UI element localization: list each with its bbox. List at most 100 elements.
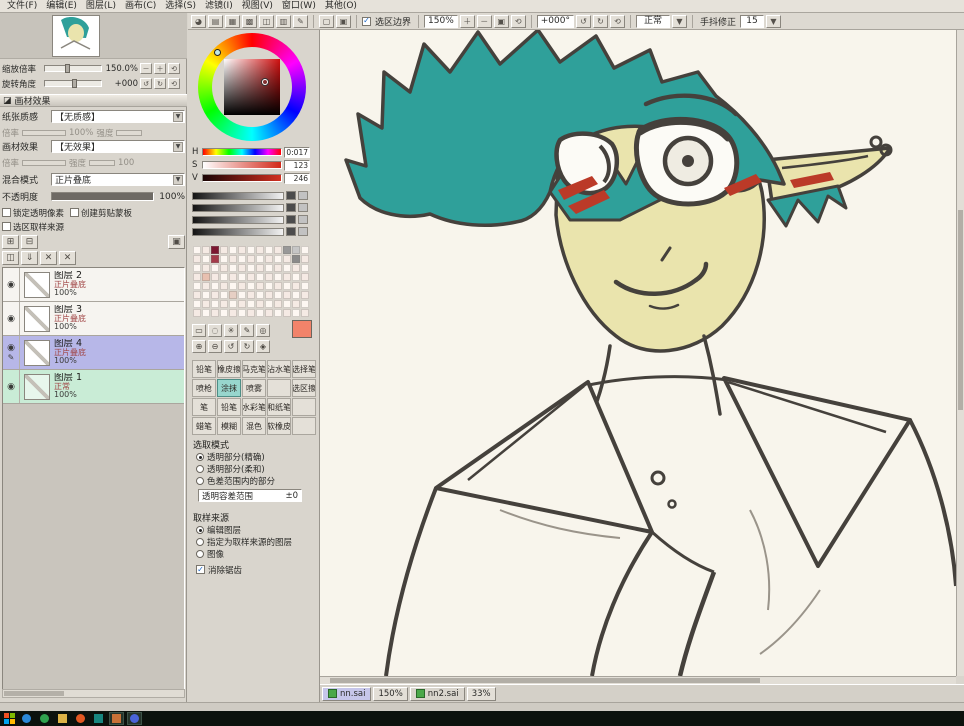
slider-panel-toggle[interactable]: ▤ <box>208 14 223 28</box>
swatch[interactable] <box>301 309 309 317</box>
taskbar-app-icon[interactable] <box>91 712 106 725</box>
swatch[interactable] <box>229 309 237 317</box>
taskbar-app-icon[interactable] <box>73 712 88 725</box>
radio-off[interactable] <box>196 537 204 546</box>
swatch[interactable] <box>283 309 291 317</box>
menu-item[interactable]: 视图(V) <box>238 0 277 12</box>
rect-select-tool[interactable]: ▭ <box>192 324 206 337</box>
menu-item[interactable]: 编辑(E) <box>42 0 81 12</box>
visibility-toggle[interactable]: ◉ ✎ <box>3 336 20 369</box>
swatch[interactable] <box>283 264 291 272</box>
swatch[interactable] <box>292 264 300 272</box>
swatch[interactable] <box>220 309 228 317</box>
brush-button[interactable] <box>292 398 316 416</box>
pen-tool[interactable]: ✎ <box>240 324 254 337</box>
taskbar-app-icon[interactable] <box>19 712 34 725</box>
taskbar-app-icon[interactable] <box>127 712 142 725</box>
zoom-fit-button[interactable]: ▣ <box>493 14 509 28</box>
visibility-toggle[interactable]: ◉ <box>3 302 20 335</box>
swatch[interactable] <box>247 282 255 290</box>
swatch[interactable] <box>220 246 228 254</box>
swatch[interactable] <box>220 264 228 272</box>
swatch[interactable] <box>193 291 201 299</box>
swatch[interactable] <box>265 309 273 317</box>
rotate-ccw-tool[interactable]: ↺ <box>224 340 238 353</box>
swatch[interactable] <box>283 291 291 299</box>
file-tab-active[interactable]: nn.sai <box>322 686 372 701</box>
mixer-panel-toggle[interactable]: ◫ <box>259 14 274 28</box>
layer-row[interactable]: ◉ 图层 1 正常 100% <box>3 370 184 404</box>
lasso-tool[interactable]: ◌ <box>208 324 222 337</box>
swatch[interactable] <box>238 264 246 272</box>
gray-swatch-dark[interactable] <box>286 227 296 236</box>
hue-value[interactable]: 0:017 <box>284 146 310 158</box>
visibility-toggle[interactable]: ◉ <box>3 370 20 403</box>
swatch[interactable] <box>301 255 309 263</box>
swatch[interactable] <box>301 291 309 299</box>
gray-slider[interactable] <box>192 191 284 200</box>
paper-panel-toggle[interactable]: ▥ <box>276 14 291 28</box>
swatch[interactable] <box>256 273 264 281</box>
taskbar-app-icon[interactable] <box>37 712 52 725</box>
gray-swatch-light[interactable] <box>298 203 308 212</box>
swatch[interactable] <box>283 282 291 290</box>
swatch[interactable] <box>256 255 264 263</box>
selection-mode-option[interactable]: 透明部分(柔和) <box>196 463 316 474</box>
view-mode-dropdown[interactable]: ▼ <box>671 14 687 28</box>
swatch[interactable] <box>265 255 273 263</box>
swatch[interactable] <box>238 291 246 299</box>
swatch[interactable] <box>301 282 309 290</box>
value-slider[interactable] <box>202 174 282 182</box>
slider-thumb[interactable] <box>71 79 77 88</box>
hand-tool[interactable]: ◈ <box>256 340 270 353</box>
swatch[interactable] <box>274 300 282 308</box>
swatch[interactable] <box>202 300 210 308</box>
view-mode-field[interactable]: 正常 <box>635 14 670 28</box>
swatch[interactable] <box>301 273 309 281</box>
value-value[interactable]: 246 <box>284 172 310 184</box>
swatch[interactable] <box>283 273 291 281</box>
zoom-out-tool[interactable]: ⊖ <box>208 340 222 353</box>
color-wheel[interactable] <box>198 33 306 141</box>
brush-button[interactable]: 喷枪 <box>192 379 216 397</box>
antialias-checkbox[interactable]: ✓ <box>196 565 205 574</box>
nav-rotate-right-button[interactable]: ↻ <box>154 78 166 89</box>
swatch[interactable] <box>292 291 300 299</box>
swatch[interactable] <box>292 300 300 308</box>
swatch[interactable] <box>193 264 201 272</box>
rotate-cw-tool[interactable]: ↻ <box>240 340 254 353</box>
swatch[interactable] <box>247 291 255 299</box>
swatch[interactable] <box>229 282 237 290</box>
radio-off[interactable] <box>196 549 204 558</box>
panel-option-button[interactable]: ▣ <box>168 235 185 249</box>
menu-item[interactable]: 窗口(W) <box>278 0 320 12</box>
swatch[interactable] <box>220 291 228 299</box>
swatch[interactable] <box>247 300 255 308</box>
selection-mode-option[interactable]: 透明部分(精确) <box>196 451 316 462</box>
swatch[interactable] <box>256 300 264 308</box>
brush-button[interactable]: 笔 <box>192 398 216 416</box>
swatch[interactable] <box>220 255 228 263</box>
sampling-option[interactable]: 指定为取样来源的图层 <box>196 536 316 547</box>
swatch[interactable] <box>265 273 273 281</box>
nav-angle-slider[interactable] <box>44 79 102 88</box>
brush-button[interactable] <box>267 379 291 397</box>
brush-button[interactable]: 混色 <box>242 417 266 435</box>
swatch[interactable] <box>229 291 237 299</box>
nav-zoom-out-button[interactable]: － <box>140 63 152 74</box>
swatch[interactable] <box>265 246 273 254</box>
rgb-panel-toggle[interactable]: ▦ <box>225 14 240 28</box>
swatch[interactable] <box>202 309 210 317</box>
scrollbar-thumb[interactable] <box>958 210 963 410</box>
swatch[interactable] <box>193 273 201 281</box>
swatch[interactable] <box>193 255 201 263</box>
swatch[interactable] <box>247 273 255 281</box>
brush-button[interactable]: 模糊 <box>217 417 241 435</box>
swatch[interactable] <box>211 264 219 272</box>
nav-zoom-slider[interactable] <box>44 64 102 73</box>
swatch[interactable] <box>292 309 300 317</box>
swatch[interactable] <box>274 282 282 290</box>
radio-on[interactable] <box>196 452 204 461</box>
zoom-in-button[interactable]: ＋ <box>459 14 475 28</box>
blend-mode-select[interactable]: 正片叠底 ▼ <box>51 173 185 186</box>
